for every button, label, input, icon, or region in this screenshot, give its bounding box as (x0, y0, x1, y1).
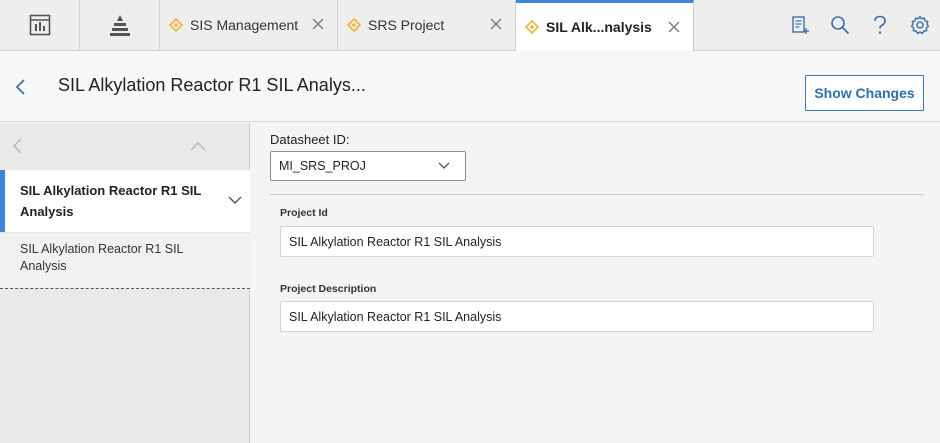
toolbar-icons (780, 0, 940, 50)
report-button[interactable] (780, 0, 820, 50)
sidebar-sub-item-label: SIL Alkylation Reactor R1 SIL Analysis (20, 242, 184, 273)
diamond-icon (169, 18, 183, 32)
dashboard-icon (29, 14, 50, 36)
left-navigation-panel: SIL Alkylation Reactor R1 SIL Analysis S… (0, 123, 250, 443)
panel-nav (0, 123, 249, 169)
hierarchy-icon (109, 15, 130, 36)
gear-icon (910, 15, 930, 35)
datasheet-panel: Datasheet ID: MI_SRS_PROJ Project Id Pro… (251, 123, 940, 443)
datasheet-id-select[interactable]: MI_SRS_PROJ (270, 151, 466, 181)
close-icon[interactable] (489, 17, 503, 31)
dashboard-button[interactable] (0, 0, 80, 50)
search-icon (831, 16, 850, 35)
project-description-label: Project Description (280, 283, 377, 295)
tab-label: SIS Management (190, 17, 299, 33)
tab-label: SRS Project (368, 17, 445, 33)
project-id-input[interactable] (280, 226, 874, 257)
tab-sil-analysis[interactable]: SIL Alk...nalysis (516, 0, 694, 51)
sidebar-sub-item[interactable]: SIL Alkylation Reactor R1 SIL Analysis (0, 233, 250, 289)
help-icon (874, 15, 886, 34)
chevron-down-icon[interactable] (227, 194, 243, 206)
top-tab-bar: SIS Management SRS Project SIL Alk...nal… (0, 0, 940, 51)
page-header: SIL Alkylation Reactor R1 SIL Analys... … (0, 51, 940, 122)
close-icon[interactable] (311, 17, 325, 31)
tab-srs-project[interactable]: SRS Project (338, 0, 516, 50)
help-button[interactable] (860, 0, 900, 50)
sidebar-item-active[interactable]: SIL Alkylation Reactor R1 SIL Analysis (0, 170, 250, 232)
datasheet-id-label: Datasheet ID: (270, 132, 350, 147)
chevron-down-icon (438, 162, 450, 169)
project-description-input[interactable] (280, 301, 874, 332)
datasheet-id-value: MI_SRS_PROJ (279, 159, 366, 173)
search-button[interactable] (820, 0, 860, 50)
tab-sis-management[interactable]: SIS Management (160, 0, 338, 50)
chevron-up-icon[interactable] (188, 139, 208, 153)
report-icon (792, 16, 809, 34)
close-icon[interactable] (667, 20, 681, 34)
hierarchy-button[interactable] (80, 0, 160, 50)
page-title: SIL Alkylation Reactor R1 SIL Analys... (58, 75, 366, 95)
sidebar-item-label: SIL Alkylation Reactor R1 SIL Analysis (20, 183, 202, 219)
back-arrow-icon[interactable] (12, 77, 30, 97)
settings-button[interactable] (900, 0, 940, 50)
project-id-label: Project Id (280, 207, 328, 219)
divider (270, 194, 924, 195)
show-changes-button[interactable]: Show Changes (805, 75, 924, 111)
diamond-icon (525, 20, 539, 34)
chevron-left-icon[interactable] (10, 137, 26, 155)
tab-label: SIL Alk...nalysis (546, 19, 652, 35)
diamond-icon (347, 18, 361, 32)
